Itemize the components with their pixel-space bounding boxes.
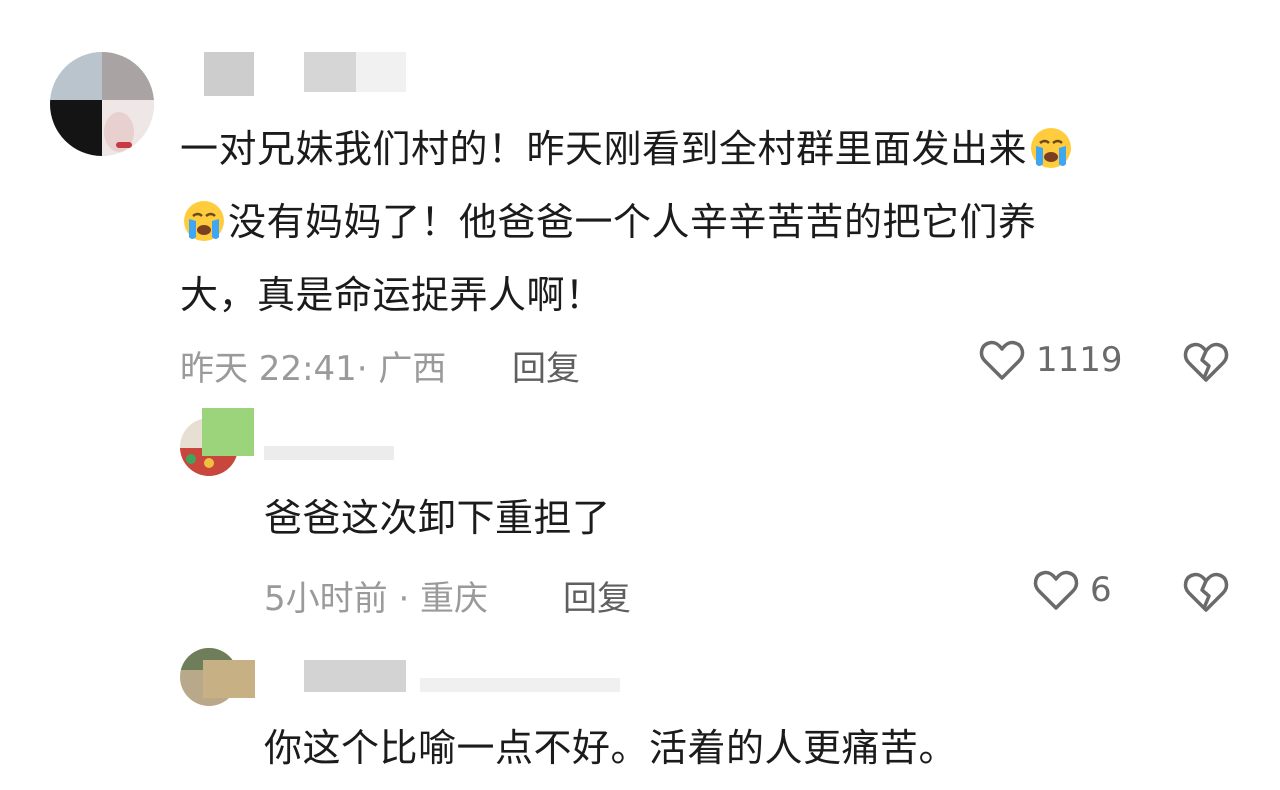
username-redacted[interactable] xyxy=(202,408,254,456)
comment-text-line: 你这个比喻一点不好。活着的人更痛苦。 xyxy=(264,726,958,770)
heart-icon xyxy=(1033,570,1079,610)
like-button[interactable]: 6 xyxy=(1032,568,1112,612)
heart-icon xyxy=(979,340,1025,380)
username-redacted[interactable] xyxy=(304,660,406,692)
comment-meta: 5小时前 · 重庆 xyxy=(264,579,489,619)
comment-text-line: 大，真是命运捉弄人啊！ xyxy=(180,273,604,317)
like-button[interactable]: 1119 xyxy=(978,338,1123,382)
crying-face-emoji-icon xyxy=(1031,128,1072,168)
username-redacted xyxy=(356,52,406,92)
comment-text-line: 爸爸这次卸下重担了 xyxy=(264,496,611,540)
avatar[interactable] xyxy=(50,52,154,156)
username-redacted[interactable] xyxy=(304,52,356,92)
reply-button[interactable]: 回复 xyxy=(563,571,631,620)
comment-text: 爸爸这次卸下重担了 xyxy=(264,482,611,555)
username-redacted[interactable] xyxy=(203,660,255,698)
reply-button[interactable]: 回复 xyxy=(512,341,580,390)
like-count: 1119 xyxy=(1036,340,1123,380)
comment-meta: 昨天 22:41· 广西 xyxy=(180,349,447,389)
comment-text: 你这个比喻一点不好。活着的人更痛苦。 xyxy=(264,712,957,785)
comment-text-line: 没有妈妈了！他爸爸一个人辛辛苦苦的把它们养 xyxy=(228,200,1037,244)
username-redacted xyxy=(264,446,394,460)
crying-face-emoji-icon xyxy=(184,201,224,241)
comment-text: 一对兄妹我们村的！昨天刚看到全村群里面发出来 没有妈妈了！他爸爸一个人辛辛苦苦的… xyxy=(180,113,1260,332)
username-redacted[interactable] xyxy=(204,52,254,96)
like-count: 6 xyxy=(1090,570,1112,610)
broken-heart-icon[interactable] xyxy=(1182,570,1230,614)
comment-text-line: 一对兄妹我们村的！昨天刚看到全村群里面发出来 xyxy=(180,127,1028,171)
username-redacted xyxy=(420,678,620,692)
broken-heart-icon[interactable] xyxy=(1182,340,1230,384)
